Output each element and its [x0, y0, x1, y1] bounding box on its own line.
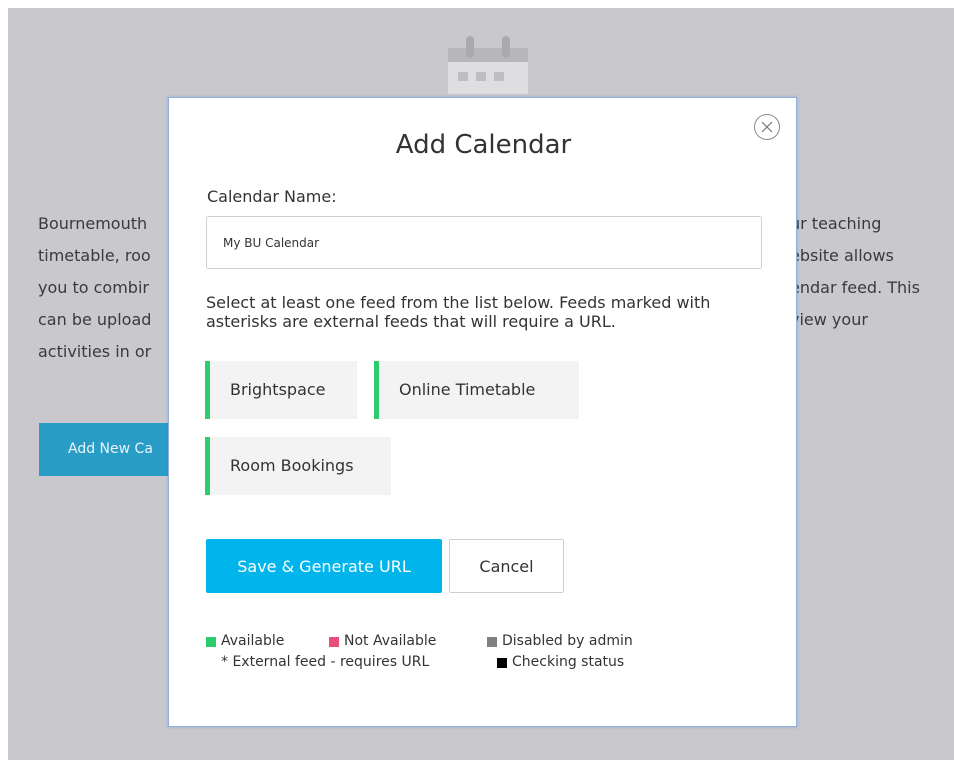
legend-checking: Checking status	[497, 654, 624, 671]
legend-external: * External feed - requires URL	[221, 654, 429, 671]
modal-title: Add Calendar	[395, 130, 572, 160]
feed-room-bookings[interactable]: Room Bookings	[205, 437, 391, 495]
bg-line-right: endar feed. This	[790, 278, 920, 297]
bg-line-right: ebsite allows	[790, 246, 894, 265]
legend-not-available: Not Available	[329, 633, 436, 650]
bg-line-right: ur teaching	[790, 214, 882, 233]
legend-disabled: Disabled by admin	[487, 633, 633, 650]
not-available-swatch-icon	[329, 636, 339, 647]
checking-swatch-icon	[497, 657, 507, 668]
available-swatch-icon	[206, 636, 216, 647]
legend-available: Available	[206, 633, 284, 650]
bg-line-right: view your	[790, 310, 868, 329]
bg-line-left: activities in or	[38, 342, 152, 361]
bg-line-left: can be upload	[38, 310, 152, 329]
bg-line-left: you to combir	[38, 278, 149, 297]
legend-label: Disabled by admin	[502, 633, 633, 649]
feed-online-timetable[interactable]: Online Timetable	[374, 361, 579, 419]
add-new-calendar-button[interactable]: Add New Ca	[39, 423, 179, 476]
feed-instructions: Select at least one feed from the list b…	[206, 293, 711, 331]
legend-label: Not Available	[344, 633, 437, 649]
legend-label: Checking status	[512, 654, 625, 670]
calendar-name-input[interactable]	[206, 216, 762, 269]
calendar-name-label: Calendar Name:	[207, 187, 337, 206]
cancel-button[interactable]: Cancel	[449, 539, 564, 593]
legend-label: * External feed - requires URL	[221, 654, 430, 670]
save-generate-url-button[interactable]: Save & Generate URL	[206, 539, 442, 593]
disabled-swatch-icon	[487, 636, 497, 647]
calendar-icon	[448, 36, 528, 94]
bg-line-left: timetable, roo	[38, 246, 151, 265]
legend-label: Available	[221, 633, 285, 649]
add-calendar-modal: Add Calendar Calendar Name: Select at le…	[168, 97, 797, 727]
bg-line-left: Bournemouth	[38, 214, 148, 233]
feed-brightspace[interactable]: Brightspace	[205, 361, 357, 419]
